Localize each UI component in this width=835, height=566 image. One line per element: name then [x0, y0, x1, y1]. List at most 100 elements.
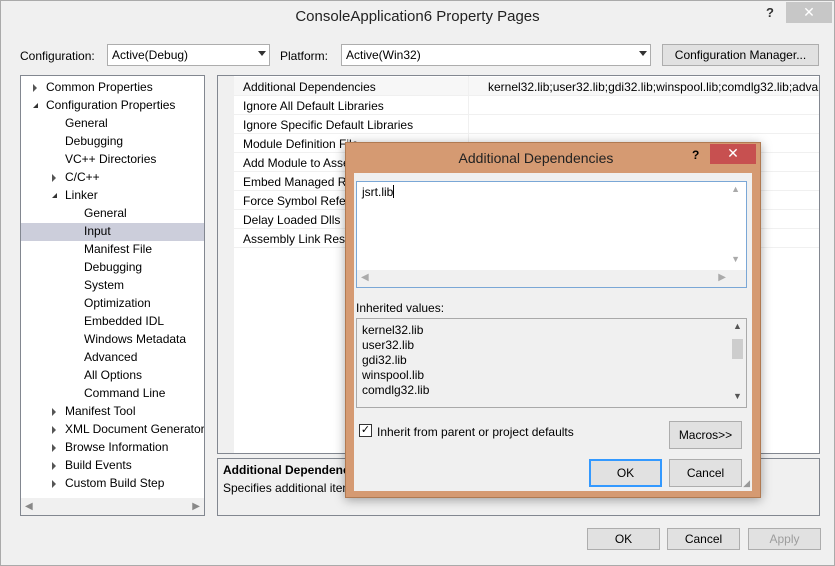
tree-item-browse-information[interactable]: Browse Information [21, 439, 204, 457]
resize-grip-icon[interactable]: ◢ [743, 478, 750, 489]
tree-item-embedded-idl[interactable]: Embedded IDL [21, 313, 204, 331]
expand-arrow-icon[interactable] [52, 444, 56, 452]
property-value[interactable]: kernel32.lib;user32.lib;gdi32.lib;winspo… [488, 80, 819, 94]
scroll-thumb[interactable] [732, 339, 743, 359]
tree-item-label: C/C++ [65, 170, 100, 184]
tree-item-label: Debugging [84, 260, 143, 274]
collapse-arrow-icon[interactable] [52, 193, 57, 198]
tree-item-common-properties[interactable]: Common Properties [21, 79, 204, 97]
dialog-close-button[interactable]: ✕ [710, 144, 756, 164]
expand-arrow-icon[interactable] [52, 426, 56, 434]
tree-item-c-c-[interactable]: C/C++ [21, 169, 204, 187]
inherited-scrollbar[interactable]: ▲ ▼ [729, 319, 746, 407]
tree-item-linker[interactable]: Linker [21, 187, 204, 205]
dialog-cancel-button[interactable]: Cancel [669, 459, 742, 487]
tree-item-label: Manifest Tool [65, 404, 136, 418]
scroll-down-icon[interactable]: ▼ [731, 254, 740, 264]
tree-item-general[interactable]: General [21, 115, 204, 133]
tree-item-manifest-file[interactable]: Manifest File [21, 241, 204, 259]
tree-item-debugging[interactable]: Debugging [21, 259, 204, 277]
tree-item-configuration-properties[interactable]: Configuration Properties [21, 97, 204, 115]
dialog-ok-button[interactable]: OK [589, 459, 662, 487]
property-row[interactable]: Ignore Specific Default Libraries [234, 115, 819, 134]
property-row[interactable]: Additional Dependencies kernel32.lib;user… [234, 77, 819, 96]
platform-label: Platform: [280, 49, 329, 63]
inherit-checkbox-label[interactable]: Inherit from parent or project defaults [377, 425, 574, 439]
tree-item-build-events[interactable]: Build Events [21, 457, 204, 475]
dependencies-edit-box[interactable]: jsrt.lib ▲ ▼ ◀ ▶ [356, 181, 747, 288]
tree-item-label: Optimization [84, 296, 151, 310]
title-bar: ConsoleApplication6 Property Pages ? ✕ [1, 1, 834, 31]
configuration-manager-button[interactable]: Configuration Manager... [662, 44, 819, 66]
inherited-values-label: Inherited values: [356, 301, 445, 315]
expand-arrow-icon[interactable] [52, 462, 56, 470]
property-name: Module Definition File [243, 137, 359, 151]
scroll-down-icon[interactable]: ▼ [733, 391, 742, 401]
tree-item-label: All Options [84, 368, 143, 382]
window-title: ConsoleApplication6 Property Pages [295, 8, 540, 25]
expand-arrow-icon[interactable] [52, 480, 56, 488]
tree-item-label: XML Document Generator [65, 422, 205, 436]
macros-button[interactable]: Macros>> [669, 421, 742, 449]
property-name: Delay Loaded Dlls [243, 213, 341, 227]
checkmark-icon: ✓ [360, 424, 371, 436]
expand-arrow-icon[interactable] [52, 408, 56, 416]
tree-item-label: Common Properties [46, 80, 153, 94]
close-button[interactable]: ✕ [786, 2, 832, 23]
property-name: Ignore Specific Default Libraries [243, 118, 414, 132]
scroll-up-icon[interactable]: ▲ [731, 184, 740, 194]
help-button[interactable]: ? [766, 5, 774, 20]
apply-button[interactable]: Apply [748, 528, 821, 550]
platform-dropdown[interactable]: Active(Win32) [341, 44, 651, 66]
dialog-client-area: jsrt.lib ▲ ▼ ◀ ▶ Inherited values: comdl… [354, 173, 752, 491]
tree-item-vc-directories[interactable]: VC++ Directories [21, 151, 204, 169]
platform-value: Active(Win32) [346, 48, 421, 62]
inherited-value-item: gdi32.lib [362, 353, 407, 367]
scroll-right-icon[interactable]: ▶ [192, 501, 200, 512]
tree-item-label: Embedded IDL [84, 314, 165, 328]
tree-item-debugging[interactable]: Debugging [21, 133, 204, 151]
inherited-value-item: comdlg32.lib [362, 383, 430, 397]
tree-item-label: VC++ Directories [65, 152, 157, 166]
tree-item-optimization[interactable]: Optimization [21, 295, 204, 313]
ok-button[interactable]: OK [587, 528, 660, 550]
inherit-checkbox[interactable]: ✓ [359, 424, 372, 437]
tree-item-label: General [84, 206, 127, 220]
property-tree[interactable]: Custom Build Step Build Events Browse Info… [20, 75, 205, 516]
additional-dependencies-dialog: Additional Dependencies ? ✕ jsrt.lib ▲ ▼… [345, 142, 761, 498]
tree-item-all-options[interactable]: All Options [21, 367, 204, 385]
tree-item-manifest-tool[interactable]: Manifest Tool [21, 403, 204, 421]
tree-item-label: System [84, 278, 125, 292]
configuration-dropdown[interactable]: Active(Debug) [107, 44, 270, 66]
configuration-value: Active(Debug) [112, 48, 189, 62]
scroll-right-icon[interactable]: ▶ [718, 272, 726, 283]
inherited-values-list[interactable]: comdlg32.lib winspool.lib gdi32.lib user32.… [356, 318, 747, 408]
collapse-arrow-icon[interactable] [33, 103, 38, 108]
property-name: Ignore All Default Libraries [243, 99, 384, 113]
property-row[interactable]: Ignore All Default Libraries [234, 96, 819, 115]
expand-arrow-icon[interactable] [52, 174, 56, 182]
tree-item-windows-metadata[interactable]: Windows Metadata [21, 331, 204, 349]
edit-horizontal-scrollbar[interactable]: ◀ ▶ [357, 270, 746, 287]
dialog-title: Additional Dependencies [458, 150, 614, 166]
expand-arrow-icon[interactable] [33, 84, 37, 92]
tree-item-custom-build-step[interactable]: Custom Build Step [21, 475, 204, 493]
tree-item-label: Manifest File [84, 242, 153, 256]
dialog-help-button[interactable]: ? [692, 148, 699, 162]
scroll-left-icon[interactable]: ◀ [25, 501, 33, 512]
scroll-left-icon[interactable]: ◀ [361, 272, 369, 283]
tree-item-advanced[interactable]: Advanced [21, 349, 204, 367]
dialog-title-bar: Additional Dependencies ? ✕ [346, 143, 760, 173]
tree-item-general[interactable]: General [21, 205, 204, 223]
scroll-up-icon[interactable]: ▲ [733, 321, 742, 331]
tree-item-xml-document-generator[interactable]: XML Document Generator [21, 421, 204, 439]
tree-item-label: Input [84, 224, 111, 238]
tree-item-input[interactable]: Input [21, 223, 204, 241]
chevron-down-icon [258, 51, 266, 56]
tree-item-command-line[interactable]: Command Line [21, 385, 204, 403]
tree-item-system[interactable]: System [21, 277, 204, 295]
inherited-value-item: winspool.lib [362, 368, 425, 382]
edit-text-wrap: jsrt.lib [362, 185, 395, 199]
horizontal-scrollbar[interactable]: ◀ ▶ [21, 498, 204, 515]
cancel-button[interactable]: Cancel [667, 528, 740, 550]
